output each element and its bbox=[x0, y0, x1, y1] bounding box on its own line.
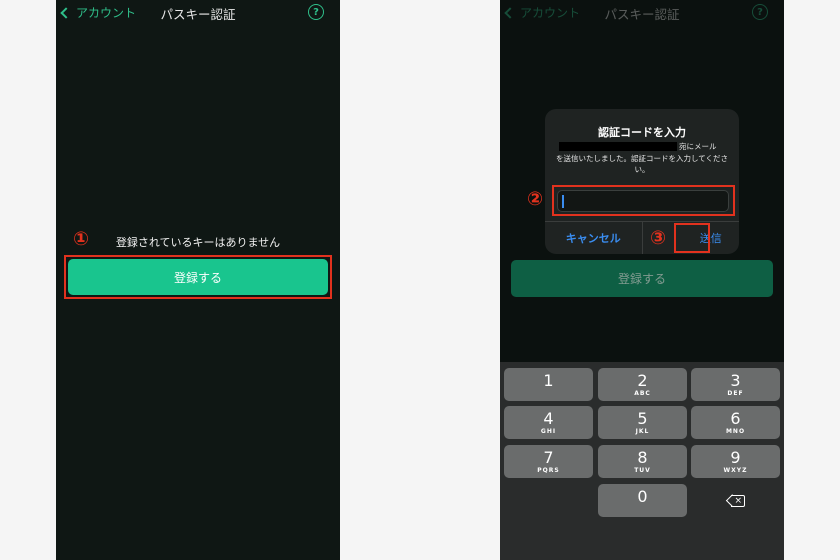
register-highlight-box bbox=[64, 255, 332, 299]
dialog-message: を送信いたしました。認証コードを入力してください。 bbox=[555, 154, 729, 174]
key-9[interactable]: 9 WXYZ bbox=[691, 445, 780, 478]
empty-keys-message: 登録されているキーはありません bbox=[115, 236, 281, 249]
help-icon[interactable]: ? bbox=[308, 4, 324, 20]
key-6[interactable]: 6 MNO bbox=[691, 406, 780, 439]
delete-key[interactable]: × bbox=[691, 484, 780, 517]
navbar: アカウント パスキー認証 ? bbox=[56, 0, 340, 26]
left-screen: アカウント パスキー認証 ? 登録されているキーはありません 登録する ① bbox=[56, 0, 340, 560]
key-1[interactable]: 1 bbox=[504, 368, 593, 401]
send-highlight-box bbox=[674, 223, 710, 253]
dialog-email-suffix: 宛にメール bbox=[679, 142, 717, 151]
step-1-marker: ① bbox=[73, 228, 90, 250]
dialog-email-line: 宛にメール bbox=[559, 141, 729, 152]
dialog-title: 認証コードを入力 bbox=[598, 126, 686, 139]
key-0[interactable]: 0 bbox=[598, 484, 687, 517]
key-7[interactable]: 7 PQRS bbox=[504, 445, 593, 478]
right-screen: アカウント パスキー認証 ? 登録する 認証コードを入力 宛にメール を送信いた… bbox=[500, 0, 784, 560]
page-title: パスキー認証 bbox=[160, 7, 236, 22]
key-5[interactable]: 5 JKL bbox=[598, 406, 687, 439]
cancel-button[interactable]: キャンセル bbox=[545, 222, 643, 254]
input-highlight-box bbox=[552, 185, 735, 216]
key-3[interactable]: 3 DEF bbox=[691, 368, 780, 401]
numeric-keypad: 1 2 ABC 3 DEF 4 GHI 5 JKL 6 MNO 7 PQRS 8 TUV 9W… bbox=[500, 362, 784, 560]
step-3-marker: ③ bbox=[650, 227, 667, 249]
key-2[interactable]: 2 ABC bbox=[598, 368, 687, 401]
key-4[interactable]: 4 GHI bbox=[504, 406, 593, 439]
step-2-marker: ② bbox=[527, 188, 544, 210]
backspace-icon: × bbox=[725, 494, 745, 507]
key-8[interactable]: 8 TUV bbox=[598, 445, 687, 478]
redacted-email bbox=[559, 142, 677, 151]
